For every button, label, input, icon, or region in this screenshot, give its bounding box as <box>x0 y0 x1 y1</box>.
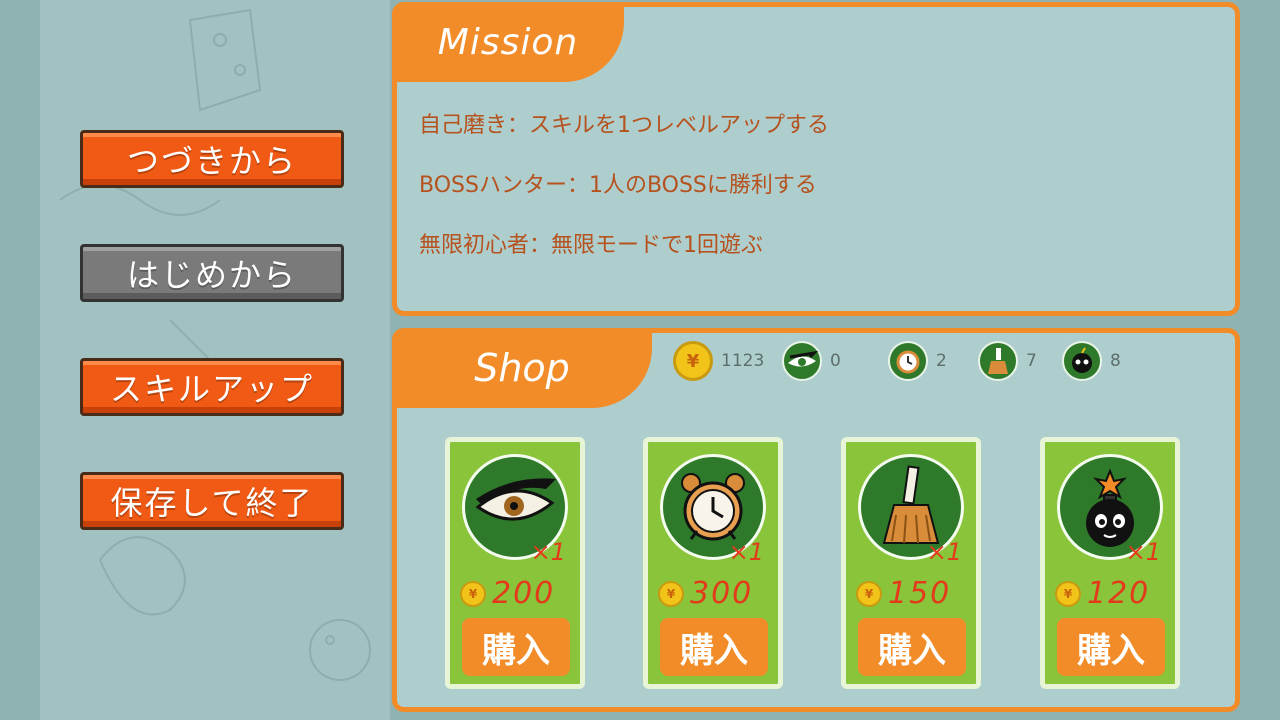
mission-panel: Mission 自己磨き：スキルを1つレベルアップする BOSSハンター：1人の… <box>392 2 1240 316</box>
mission-item-2: BOSSハンター：1人のBOSSに勝利する <box>419 173 817 198</box>
buy-bomb-button[interactable]: 購入 <box>1057 618 1165 676</box>
buy-broom-button[interactable]: 購入 <box>858 618 966 676</box>
price-row: ¥ 300 <box>658 576 753 611</box>
price-row: ¥ 200 <box>460 576 555 611</box>
broom-icon <box>978 341 1018 381</box>
screen-edge-right <box>1240 0 1280 720</box>
coin-icon: ¥ <box>673 341 713 381</box>
coin-count: 1123 <box>721 351 765 371</box>
eye-count-stat: 0 <box>782 341 841 381</box>
item-quantity: ×1 <box>530 538 566 566</box>
shop-item-bomb: ×1 ¥ 120 購入 <box>1040 437 1180 689</box>
clock-count-stat: 2 <box>888 341 947 381</box>
bomb-count-stat: 8 <box>1062 341 1121 381</box>
broom-count: 7 <box>1026 351 1037 371</box>
mission-title: Mission <box>392 2 624 82</box>
item-quantity: ×1 <box>1125 538 1161 566</box>
buy-eye-button[interactable]: 購入 <box>462 618 570 676</box>
shop-item-eye: ×1 ¥ 200 購入 <box>445 437 585 689</box>
item-quantity: ×1 <box>728 538 764 566</box>
mission-item-3: 無限初心者：無限モードで1回遊ぶ <box>419 233 763 258</box>
buy-clock-button[interactable]: 購入 <box>660 618 768 676</box>
price-row: ¥ 120 <box>1055 576 1150 611</box>
item-price: 300 <box>690 576 754 611</box>
bomb-icon <box>1062 341 1102 381</box>
bomb-count: 8 <box>1110 351 1121 371</box>
continue-button[interactable]: つづきから <box>80 130 344 188</box>
coin-icon: ¥ <box>1055 580 1081 607</box>
coin-icon: ¥ <box>460 580 486 607</box>
shop-item-clock: ×1 ¥ 300 購入 <box>643 437 783 689</box>
item-price: 200 <box>492 576 556 611</box>
item-price: 120 <box>1087 576 1151 611</box>
coin-icon: ¥ <box>856 580 882 607</box>
screen-edge-left <box>0 0 40 720</box>
clock-count: 2 <box>936 351 947 371</box>
new-game-button[interactable]: はじめから <box>80 244 344 302</box>
shop-title: Shop <box>392 328 652 408</box>
coin-count-stat: ¥ 1123 <box>673 341 765 381</box>
clock-icon <box>888 341 928 381</box>
eye-icon <box>782 341 822 381</box>
broom-count-stat: 7 <box>978 341 1037 381</box>
shop-item-broom: ×1 ¥ 150 購入 <box>841 437 981 689</box>
mission-item-1: 自己磨き：スキルを1つレベルアップする <box>419 113 829 138</box>
skill-up-button[interactable]: スキルアップ <box>80 358 344 416</box>
eye-count: 0 <box>830 351 841 371</box>
item-price: 150 <box>888 576 952 611</box>
item-quantity: ×1 <box>926 538 962 566</box>
price-row: ¥ 150 <box>856 576 951 611</box>
save-and-exit-button[interactable]: 保存して終了 <box>80 472 344 530</box>
coin-icon: ¥ <box>658 580 684 607</box>
